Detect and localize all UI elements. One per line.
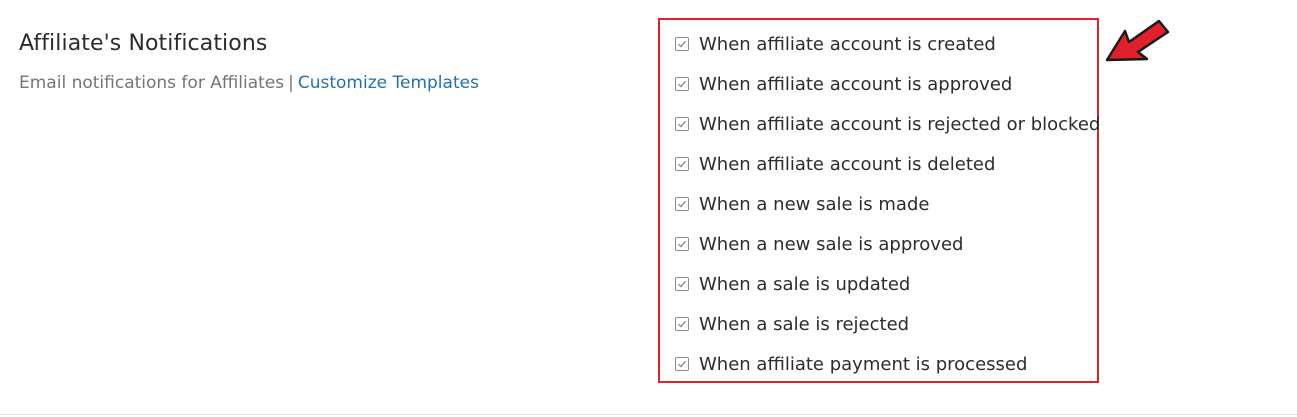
option-label: When a new sale is made (699, 193, 930, 215)
option-sale-rejected[interactable]: When a sale is rejected (675, 312, 909, 336)
checkmark-icon (678, 320, 687, 328)
option-label: When affiliate payment is processed (699, 353, 1028, 375)
option-checkbox[interactable] (675, 157, 689, 171)
option-checkbox[interactable] (675, 357, 689, 371)
option-checkbox[interactable] (675, 117, 689, 131)
option-label: When affiliate account is rejected or bl… (699, 113, 1101, 135)
option-new-sale[interactable]: When a new sale is made (675, 192, 929, 216)
option-checkbox[interactable] (675, 317, 689, 331)
option-checkbox[interactable] (675, 37, 689, 51)
divider (0, 414, 1297, 415)
option-checkbox[interactable] (675, 77, 689, 91)
notification-options-highlight: When affiliate account is created When a… (658, 18, 1100, 383)
option-checkbox[interactable] (675, 197, 689, 211)
checkmark-icon (678, 40, 687, 48)
checkmark-icon (678, 240, 687, 248)
red-arrow-icon (1105, 19, 1170, 62)
customize-templates-link[interactable]: Customize Templates (298, 73, 479, 93)
checkmark-icon (678, 360, 687, 368)
checkmark-icon (678, 160, 687, 168)
checkmark-icon (678, 120, 687, 128)
option-account-created[interactable]: When affiliate account is created (675, 32, 996, 56)
option-sale-updated[interactable]: When a sale is updated (675, 272, 910, 296)
option-label: When affiliate account is created (699, 33, 996, 55)
option-label: When a sale is rejected (699, 313, 910, 335)
option-checkbox[interactable] (675, 237, 689, 251)
checkmark-icon (678, 200, 687, 208)
section-title: Affiliate's Notifications (19, 31, 268, 56)
checkmark-icon (678, 80, 687, 88)
option-account-rejected[interactable]: When affiliate account is rejected or bl… (675, 112, 1100, 136)
section-description: Email notifications for Affiliates | Custo… (19, 73, 479, 93)
option-label: When a sale is updated (699, 273, 911, 295)
option-sale-approved[interactable]: When a new sale is approved (675, 232, 963, 256)
description-text: Email notifications for Affiliates (19, 73, 285, 93)
option-label: When affiliate account is approved (699, 73, 1013, 95)
option-label: When a new sale is approved (699, 233, 964, 255)
option-account-deleted[interactable]: When affiliate account is deleted (675, 152, 995, 176)
description-separator: | (288, 73, 294, 93)
option-checkbox[interactable] (675, 277, 689, 291)
notifications-settings-page: Affiliate's Notifications Email notifica… (0, 0, 1297, 417)
option-account-approved[interactable]: When affiliate account is approved (675, 72, 1012, 96)
checkmark-icon (678, 280, 687, 288)
option-payment-processed[interactable]: When affiliate payment is processed (675, 352, 1027, 376)
option-label: When affiliate account is deleted (699, 153, 996, 175)
